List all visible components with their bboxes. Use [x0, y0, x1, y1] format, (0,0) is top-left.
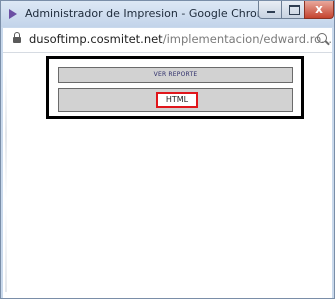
title-bar[interactable]: Administrador de Impresion - Google Chro… [1, 1, 334, 27]
browser-window: Administrador de Impresion - Google Chro… [0, 0, 335, 299]
html-button-label[interactable]: HTML [156, 92, 198, 108]
address-bar[interactable]: dusoftimp.cosmitet.net/implementacion/ed… [3, 28, 332, 53]
minimize-icon [267, 11, 275, 13]
window-title: Administrador de Impresion - Google Chro… [25, 7, 275, 20]
url-host: dusoftimp.cosmitet.net [29, 32, 163, 46]
url-path: /implementacion/edward.ro... [162, 32, 332, 46]
lock-icon [13, 32, 21, 43]
page-content: VER REPORTE HTML [3, 53, 332, 298]
app-icon [9, 9, 17, 19]
ver-reporte-button[interactable]: VER REPORTE [58, 67, 293, 83]
close-icon: x [315, 2, 323, 16]
maximize-icon [289, 5, 300, 15]
button-panel: VER REPORTE HTML [46, 56, 304, 119]
maximize-button[interactable] [281, 1, 305, 19]
minimize-button[interactable] [258, 1, 282, 19]
close-button[interactable]: x [304, 1, 334, 19]
zoom-icon[interactable] [317, 33, 327, 43]
url-text[interactable]: dusoftimp.cosmitet.net/implementacion/ed… [29, 32, 332, 46]
window-left-edge [5, 67, 7, 292]
html-button[interactable]: HTML [58, 88, 293, 112]
